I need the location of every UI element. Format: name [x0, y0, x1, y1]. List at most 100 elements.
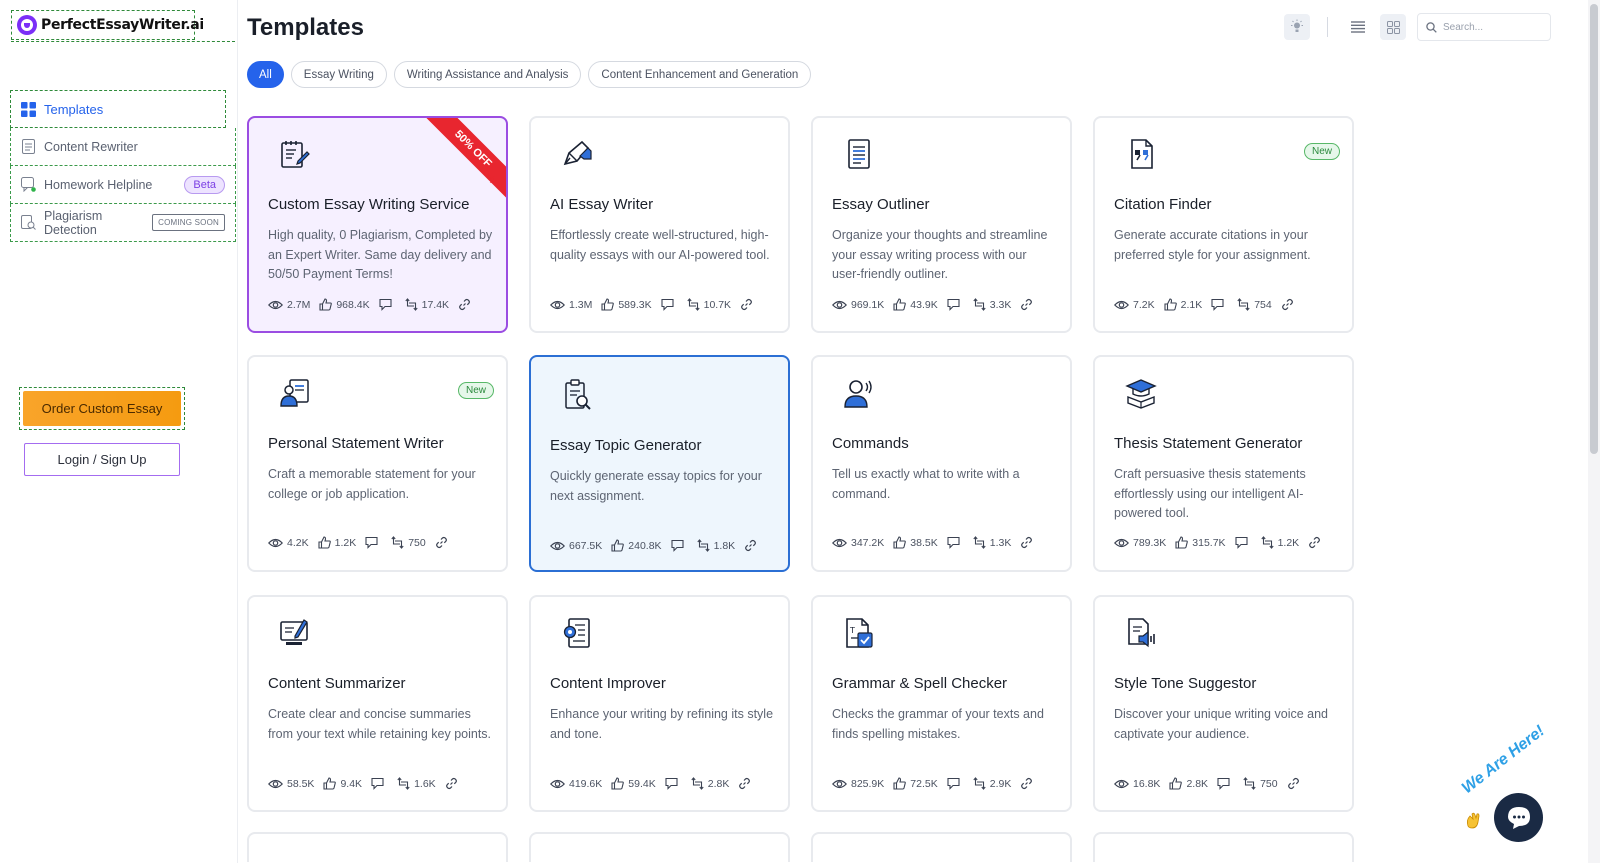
comment-stat[interactable]: [365, 536, 382, 549]
document-check-icon: T: [846, 618, 873, 648]
monitor-pen-icon: [280, 619, 308, 645]
likes-stat[interactable]: 38.5K: [893, 536, 938, 549]
link-stat[interactable]: [445, 777, 462, 790]
template-card-content-improver[interactable]: Content Improver Enhance your writing by…: [529, 595, 790, 812]
repost-icon: [405, 298, 418, 311]
link-icon: [445, 777, 457, 790]
template-card-essay-topic-generator[interactable]: Essay Topic Generator Quickly generate e…: [529, 355, 790, 572]
shares-stat[interactable]: 750: [391, 536, 426, 549]
sidebar-item-label: Templates: [44, 101, 104, 117]
likes-stat[interactable]: 59.4K: [611, 777, 656, 790]
filter-chip-content-enhancement[interactable]: Content Enhancement and Generation: [588, 61, 812, 88]
shares-stat[interactable]: 3.3K: [973, 298, 1011, 311]
template-card-partial[interactable]: [811, 832, 1072, 862]
link-stat[interactable]: [435, 536, 452, 549]
link-stat[interactable]: [740, 298, 757, 311]
thumbs-up-icon: [893, 536, 907, 549]
lightbulb-icon: [1291, 19, 1303, 32]
link-icon: [1021, 536, 1033, 549]
template-card-essay-outliner[interactable]: Essay Outliner Organize your thoughts an…: [811, 116, 1072, 333]
likes-stat[interactable]: 2.1K: [1164, 298, 1202, 311]
likes-stat[interactable]: 2.8K: [1169, 777, 1208, 790]
comment-stat[interactable]: [947, 777, 964, 790]
template-card-personal-statement[interactable]: New Personal Statement Writer Craft a me…: [247, 355, 508, 572]
template-card-content-summarizer[interactable]: Content Summarizer Create clear and conc…: [247, 595, 508, 812]
shares-stat[interactable]: 2.8K: [691, 777, 729, 790]
list-view-button[interactable]: [1346, 14, 1370, 40]
comment-stat[interactable]: [371, 777, 388, 790]
template-card-partial[interactable]: [1093, 832, 1354, 862]
search-icon: [1426, 21, 1437, 33]
shares-stat[interactable]: 1.2K: [1260, 536, 1299, 549]
link-stat[interactable]: [458, 298, 475, 311]
likes-stat[interactable]: 589.3K: [601, 298, 652, 311]
shares-stat[interactable]: 1.8K: [696, 539, 735, 552]
shares-stat[interactable]: 10.7K: [687, 298, 731, 311]
shares-stat[interactable]: 2.9K: [973, 777, 1011, 790]
link-stat[interactable]: [1287, 777, 1304, 790]
card-description: High quality, 0 Plagiarism, Completed by…: [268, 228, 493, 281]
chat-button[interactable]: [1494, 793, 1543, 842]
login-signup-button[interactable]: Login / Sign Up: [24, 443, 180, 476]
comment-stat[interactable]: [379, 298, 396, 311]
sidebar-item-homework-helpline[interactable]: Homework Helpline Beta: [10, 166, 236, 204]
shares-stat[interactable]: 750: [1243, 777, 1278, 790]
comment-stat[interactable]: [665, 777, 682, 790]
grid-view-button[interactable]: [1380, 14, 1406, 40]
scrollbar-thumb[interactable]: [1590, 4, 1598, 454]
sidebar-item-plagiarism-detection[interactable]: Plagiarism Detection COMING SOON: [10, 204, 236, 242]
comment-icon: [947, 298, 960, 311]
likes-stat[interactable]: 72.5K: [893, 777, 938, 790]
template-card-thesis-statement[interactable]: Thesis Statement Generator Craft persuas…: [1093, 355, 1354, 572]
likes-stat[interactable]: 1.2K: [318, 536, 356, 549]
thumbs-up-icon: [893, 777, 907, 790]
theme-toggle-button[interactable]: [1284, 14, 1310, 40]
link-stat[interactable]: [744, 539, 761, 552]
shares-stat[interactable]: 1.3K: [973, 536, 1012, 549]
link-stat[interactable]: [738, 777, 755, 790]
shares-stat[interactable]: 754: [1237, 298, 1272, 311]
comment-stat[interactable]: [947, 536, 964, 549]
card-title: Content Summarizer: [268, 675, 406, 692]
comment-stat[interactable]: [1217, 777, 1234, 790]
filter-chip-all[interactable]: All: [247, 61, 284, 88]
likes-stat[interactable]: 43.9K: [893, 298, 938, 311]
likes-stat[interactable]: 968.4K: [319, 298, 370, 311]
divider: [11, 41, 235, 42]
filter-chip-essay-writing[interactable]: Essay Writing: [290, 61, 387, 88]
template-card-style-tone[interactable]: Style Tone Suggestor Discover your uniqu…: [1093, 595, 1354, 812]
likes-stat[interactable]: 315.7K: [1175, 536, 1226, 549]
template-card-citation-finder[interactable]: New Citation Finder Generate accurate ci…: [1093, 116, 1354, 333]
eye-icon: [268, 779, 283, 788]
shares-count: 1.3K: [989, 536, 1012, 549]
link-stat[interactable]: [1020, 536, 1037, 549]
link-stat[interactable]: [1020, 777, 1037, 790]
link-stat[interactable]: [1308, 536, 1325, 549]
shares-stat[interactable]: 17.4K: [405, 298, 449, 311]
template-card-partial[interactable]: [247, 832, 508, 862]
brand-logo[interactable]: PerfectEssayWriter.ai: [11, 10, 204, 40]
filter-chip-writing-assistance[interactable]: Writing Assistance and Analysis: [393, 61, 582, 88]
template-card-custom-essay[interactable]: 50% OFF Limited Time Only Custom Essay W…: [247, 116, 508, 333]
likes-stat[interactable]: 240.8K: [611, 539, 662, 552]
link-stat[interactable]: [1020, 298, 1037, 311]
comment-icon: [1211, 298, 1224, 311]
comment-stat[interactable]: [947, 298, 964, 311]
search-input[interactable]: [1443, 21, 1543, 33]
page-scrollbar[interactable]: [1588, 0, 1600, 863]
order-custom-essay-button[interactable]: Order Custom Essay: [23, 391, 181, 426]
template-card-commands[interactable]: Commands Tell us exactly what to write w…: [811, 355, 1072, 572]
template-card-grammar-checker[interactable]: T Grammar & Spell Checker Checks the gra…: [811, 595, 1072, 812]
comment-stat[interactable]: [1211, 298, 1228, 311]
shares-stat[interactable]: 1.6K: [397, 777, 436, 790]
link-stat[interactable]: [1281, 298, 1298, 311]
template-card-ai-essay-writer[interactable]: AI Essay Writer Effortlessly create well…: [529, 116, 790, 333]
template-card-partial[interactable]: [529, 832, 790, 862]
comment-stat[interactable]: [1235, 536, 1252, 549]
thumbs-up-icon: [323, 777, 337, 790]
likes-stat[interactable]: 9.4K: [323, 777, 362, 790]
sidebar-item-templates[interactable]: Templates: [10, 90, 226, 128]
comment-stat[interactable]: [661, 298, 678, 311]
sidebar-item-content-rewriter[interactable]: Content Rewriter: [10, 128, 236, 166]
comment-stat[interactable]: [671, 539, 688, 552]
